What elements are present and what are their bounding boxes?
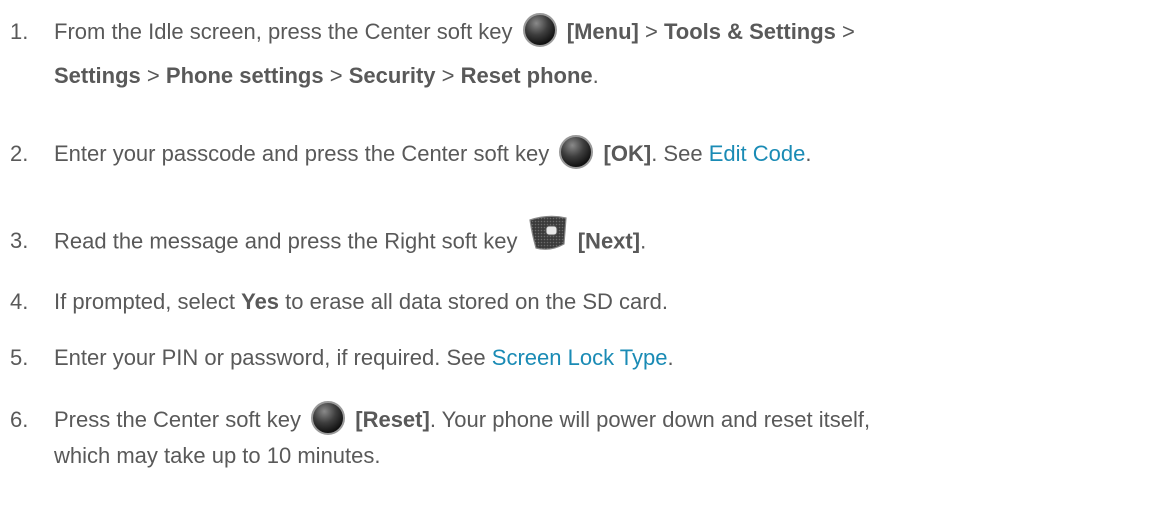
separator: > [645, 19, 658, 44]
step-text: If prompted, select [54, 289, 235, 314]
step-number: 5. [10, 345, 29, 370]
period: . [805, 141, 812, 166]
step-6: 6. Press the Center soft key [Reset]. You… [10, 400, 1130, 476]
step-text: Read the message and press the Right sof… [54, 228, 518, 254]
key-label-next: [Next] [577, 228, 641, 254]
step-3: 3. Read the message and press the Right s… [10, 215, 1130, 265]
step-number: 1. [10, 19, 29, 44]
menu-path-phone-settings: Phone settings [165, 63, 324, 88]
menu-path-security: Security [348, 63, 436, 88]
period: . [592, 63, 599, 88]
step-number: 4. [10, 289, 29, 314]
step-5: 5. Enter your PIN or password, if require… [10, 338, 1130, 378]
step-text: . See [651, 141, 703, 166]
separator: > [146, 63, 160, 88]
key-label-reset: [Reset] [355, 407, 430, 432]
separator: > [329, 63, 343, 88]
key-label-ok: [OK] [603, 141, 652, 166]
step-text-continued: which may take up to 10 minutes. [54, 443, 381, 468]
screen-lock-type-link[interactable]: Screen Lock Type [492, 345, 668, 370]
step-text: to erase all data stored on the SD card. [285, 289, 668, 314]
menu-path-reset-phone: Reset phone [460, 63, 593, 88]
center-soft-key-icon [311, 401, 346, 436]
period: . [667, 345, 674, 370]
step-4: 4. If prompted, select Yes to erase all d… [10, 282, 1130, 322]
step-text: Enter your PIN or password, if required.… [54, 345, 486, 370]
center-soft-key-icon [522, 13, 557, 48]
menu-path-settings: Settings [54, 63, 141, 88]
period: . [640, 228, 647, 254]
key-label-menu: [Menu] [566, 19, 639, 44]
step-text: Press the Center soft key [54, 407, 301, 432]
center-soft-key-icon [559, 135, 594, 170]
step-text: From the Idle screen, press the Center s… [54, 19, 513, 44]
step-2: 2. Enter your passcode and press the Cent… [10, 134, 1130, 174]
step-number: 2. [10, 141, 29, 166]
menu-path-tools-settings: Tools & Settings [663, 19, 836, 44]
right-soft-key-icon [528, 214, 568, 265]
option-yes: Yes [241, 289, 280, 314]
step-1: 1. From the Idle screen, press the Center… [10, 12, 1130, 96]
separator: > [441, 63, 455, 88]
step-text: . Your phone will power down and reset i… [429, 407, 871, 432]
separator: > [842, 19, 855, 44]
step-number: 3. [10, 228, 29, 254]
step-number: 6. [10, 407, 29, 432]
edit-code-link[interactable]: Edit Code [709, 141, 806, 166]
step-text: Enter your passcode and press the Center… [54, 141, 550, 166]
